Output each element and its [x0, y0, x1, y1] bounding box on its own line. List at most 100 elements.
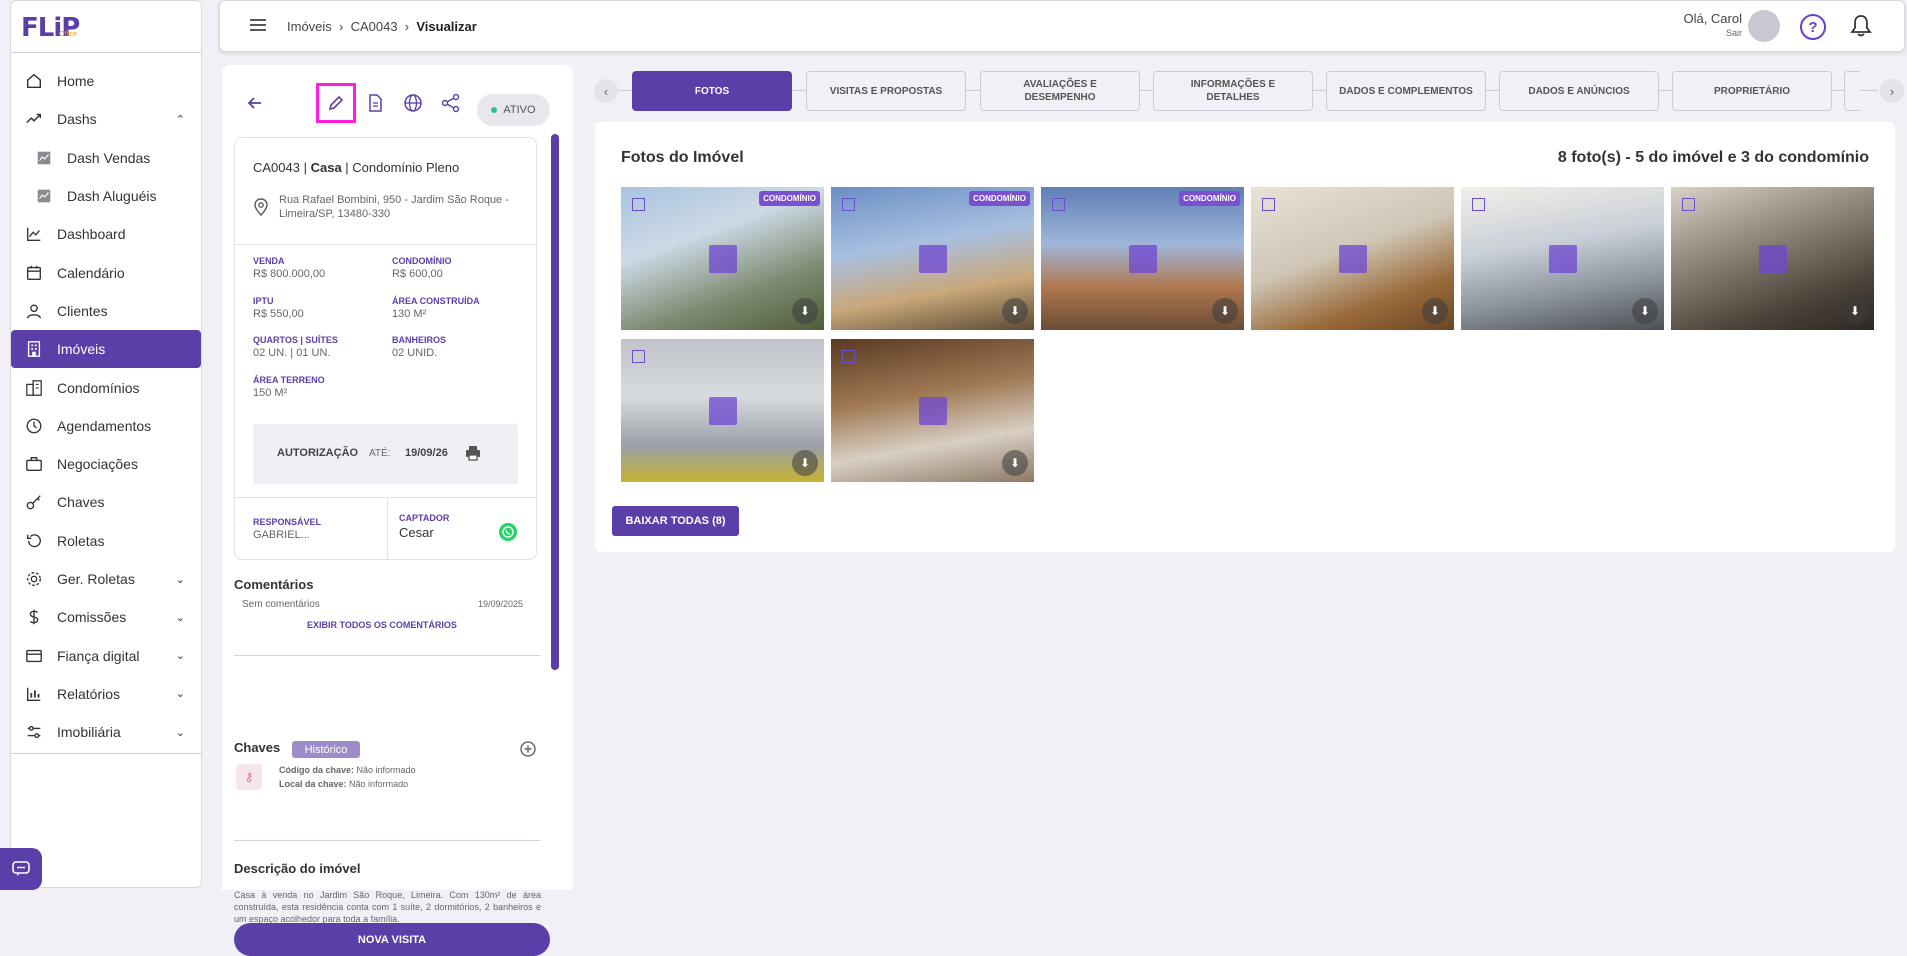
download-icon[interactable]: ⬇ — [1632, 298, 1658, 324]
share-icon[interactable] — [440, 92, 462, 114]
sidebar-item-calend-rio[interactable]: Calendário — [11, 253, 201, 291]
breadcrumb-item[interactable]: Imóveis — [287, 19, 332, 34]
help-icon[interactable]: ? — [1800, 14, 1826, 40]
key-code-label: Código da chave: — [279, 765, 355, 775]
back-arrow-icon[interactable] — [244, 92, 266, 114]
tab-label: PROPRIETÁRIO — [1713, 85, 1791, 97]
download-icon[interactable]: ⬇ — [1212, 298, 1238, 324]
download-icon[interactable]: ⬇ — [1002, 450, 1028, 476]
download-icon[interactable]: ⬇ — [1842, 298, 1868, 324]
whatsapp-icon[interactable] — [499, 523, 517, 541]
tab-fotos[interactable]: FOTOS — [632, 71, 792, 111]
status-badge: ATIVO — [477, 94, 550, 126]
sidebar-item-label: Fiança digital — [57, 647, 140, 664]
photo-bathroom[interactable]: ⬇ — [1251, 187, 1454, 330]
user-greeting: Olá, Carol Sair — [1683, 11, 1742, 38]
tab-informa-es-e-detalhes[interactable]: INFORMAÇÕES E DETALHES — [1153, 71, 1313, 111]
comments-empty: Sem comentários — [242, 599, 320, 610]
photo-select-checkbox[interactable] — [1262, 198, 1275, 211]
clock-icon — [26, 418, 42, 434]
breadcrumb-current: Visualizar — [416, 19, 477, 34]
tab-label: DADOS E ANÚNCIOS — [1528, 85, 1630, 97]
photos-title: Fotos do Imóvel — [621, 149, 744, 166]
brand-logo[interactable]: FLiP Office — [11, 1, 201, 53]
watermark-logo-icon — [1758, 244, 1787, 273]
sidebar-item-im-veis[interactable]: Imóveis — [11, 330, 201, 369]
sliders-icon — [27, 726, 41, 739]
sidebar-item-condom-nios[interactable]: Condomínios — [11, 368, 201, 406]
trend-icon — [26, 114, 42, 124]
tab-dados-e-an-ncios[interactable]: DADOS E ANÚNCIOS — [1499, 71, 1659, 111]
key-icon — [26, 495, 41, 510]
sidebar-item-dashboard[interactable]: Dashboard — [11, 215, 201, 253]
chevron-down-icon: ⌄ — [175, 650, 185, 663]
photo-kitchen[interactable]: ⬇ — [1671, 187, 1874, 330]
tabs-prev-icon[interactable]: ‹ — [594, 79, 618, 103]
field-value: GABRIEL... — [253, 529, 310, 541]
chat-button[interactable] — [0, 848, 42, 890]
sidebar-item-dashs[interactable]: Dashs ⌃ — [11, 100, 201, 138]
avatar[interactable] — [1748, 10, 1780, 42]
photo-select-checkbox[interactable] — [632, 198, 645, 211]
tab-avalia-es-e-desempenho[interactable]: AVALIAÇÕES E DESEMPENHO — [980, 71, 1140, 111]
logout-link[interactable]: Sair — [1683, 28, 1742, 38]
photo-garage[interactable]: ⬇ — [621, 339, 824, 482]
condo-badge: CONDOMÍNIO — [759, 191, 820, 206]
tab-visitas-e-propostas[interactable]: VISITAS E PROPOSTAS — [806, 71, 966, 111]
sidebar-item-label: Imóveis — [57, 341, 106, 358]
photo-living-room[interactable]: ⬇ — [1461, 187, 1664, 330]
sidebar-item-clientes[interactable]: Clientes — [11, 292, 201, 330]
chevron-down-icon: ⌄ — [175, 573, 185, 586]
photo-condo-tower-3[interactable]: CONDOMÍNIO ⬇ — [1041, 187, 1244, 330]
photo-condo-tower-1[interactable]: CONDOMÍNIO ⬇ — [621, 187, 824, 330]
tab-propriet-rio[interactable]: PROPRIETÁRIO — [1672, 71, 1832, 111]
print-icon[interactable] — [465, 445, 481, 461]
photo-select-checkbox[interactable] — [1682, 198, 1695, 211]
new-visit-button[interactable]: NOVA VISITA — [234, 923, 550, 956]
sidebar-item-ger-roletas[interactable]: Ger. Roletas ⌄ — [11, 560, 201, 598]
download-icon[interactable]: ⬇ — [792, 450, 818, 476]
photos-panel: Fotos do Imóvel 8 foto(s) - 5 do imóvel … — [595, 122, 1895, 552]
sidebar-item-comiss-es[interactable]: Comissões ⌄ — [11, 598, 201, 636]
sidebar-item-fian-a-digital[interactable]: Fiança digital ⌄ — [11, 636, 201, 674]
download-icon[interactable]: ⬇ — [1002, 298, 1028, 324]
photo-select-checkbox[interactable] — [1052, 198, 1065, 211]
download-all-button[interactable]: BAIXAR TODAS (8) — [612, 506, 739, 536]
photo-select-checkbox[interactable] — [632, 350, 645, 363]
sidebar-item-home[interactable]: Home — [11, 62, 201, 100]
bell-icon[interactable] — [1850, 14, 1872, 38]
globe-icon[interactable] — [402, 92, 424, 114]
sidebar-item-negocia-es[interactable]: Negociações — [11, 445, 201, 483]
menu-icon[interactable] — [250, 18, 266, 32]
sidebar-item-imobili-ria[interactable]: Imobiliária ⌄ — [11, 713, 201, 751]
download-icon[interactable]: ⬇ — [1422, 298, 1448, 324]
document-icon[interactable] — [364, 92, 386, 114]
photo-lounge[interactable]: ⬇ — [831, 339, 1034, 482]
photo-select-checkbox[interactable] — [842, 350, 855, 363]
keys-history-button[interactable]: Histórico — [292, 741, 360, 758]
sidebar-item-relat-rios[interactable]: Relatórios ⌄ — [11, 675, 201, 713]
top-bar: Imóveis › CA0043 › Visualizar Olá, Carol… — [219, 0, 1905, 52]
show-all-comments-link[interactable]: EXIBIR TODOS OS COMENTÁRIOS — [307, 620, 457, 630]
sidebar-item-agendamentos[interactable]: Agendamentos — [11, 407, 201, 445]
photo-select-checkbox[interactable] — [1472, 198, 1485, 211]
chevron-up-icon: ⌃ — [175, 113, 185, 126]
sidebar-item-chaves[interactable]: Chaves — [11, 483, 201, 521]
add-key-icon[interactable] — [520, 741, 536, 757]
tab-dados-e-complementos[interactable]: DADOS E COMPLEMENTOS — [1326, 71, 1486, 111]
photo-condo-tower-2[interactable]: CONDOMÍNIO ⬇ — [831, 187, 1034, 330]
sidebar-item-dash-alugu-is[interactable]: Dash Aluguéis — [11, 177, 201, 215]
divider — [234, 840, 541, 841]
sidebar-item-roletas[interactable]: Roletas — [11, 522, 201, 560]
watermark-logo-icon — [918, 396, 947, 425]
panel-scrollbar[interactable] — [551, 134, 559, 670]
breadcrumb-item[interactable]: CA0043 — [351, 19, 398, 34]
download-icon[interactable]: ⬇ — [792, 298, 818, 324]
sidebar-item-dash-vendas[interactable]: Dash Vendas — [11, 139, 201, 177]
field-label: ÁREA CONSTRUÍDA — [392, 296, 480, 306]
tabs-next-icon[interactable]: › — [1880, 79, 1904, 103]
field-label: VENDA — [253, 256, 285, 266]
photo-select-checkbox[interactable] — [842, 198, 855, 211]
divider — [234, 655, 541, 656]
sidebar-item-label: Dash Aluguéis — [67, 188, 157, 205]
